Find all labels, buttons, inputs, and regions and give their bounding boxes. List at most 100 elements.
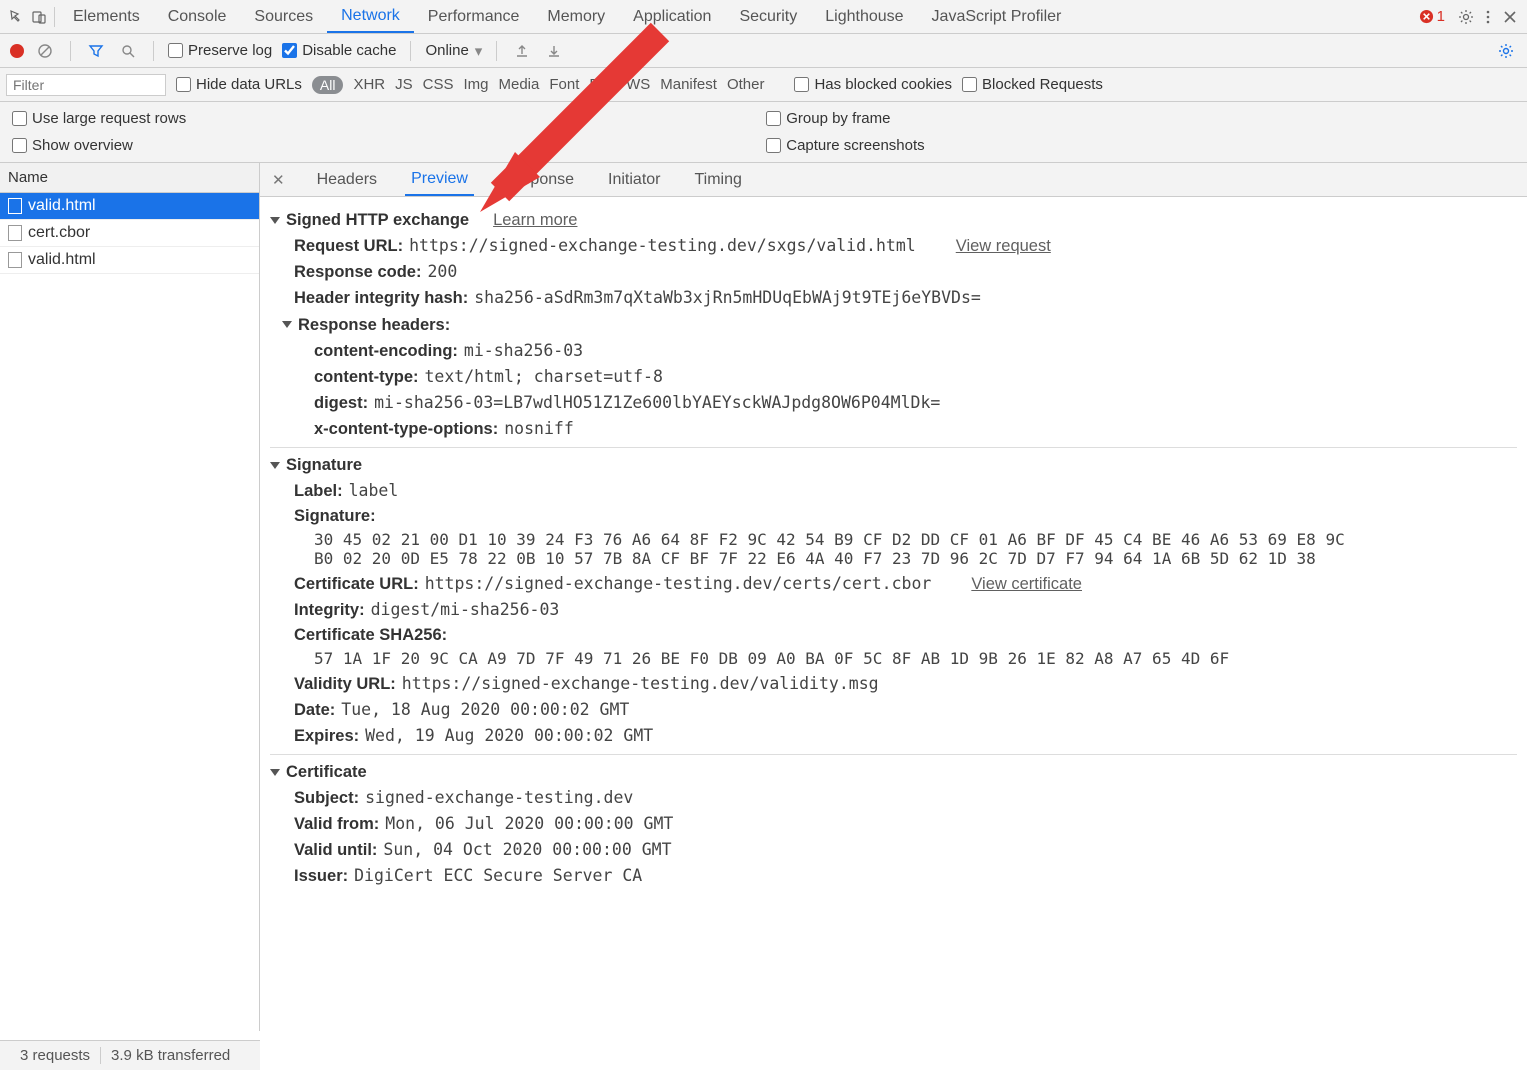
has-blocked-cookies-checkbox[interactable]: Has blocked cookies [794, 76, 952, 93]
type-filter-js[interactable]: JS [395, 76, 413, 93]
error-count: 1 [1437, 8, 1445, 25]
request-detail-panel: ✕ HeadersPreviewResponseInitiatorTiming … [260, 163, 1527, 1031]
network-settings-gear-icon[interactable] [1495, 40, 1517, 62]
type-filter-other[interactable]: Other [727, 76, 765, 93]
download-icon[interactable] [543, 40, 565, 62]
type-filter-xhr[interactable]: XHR [353, 76, 385, 93]
preserve-log-label: Preserve log [188, 42, 272, 59]
file-icon [8, 198, 22, 214]
response-headers-title: Response headers: [298, 316, 450, 335]
sig-expires-value: Wed, 19 Aug 2020 00:00:02 GMT [365, 726, 653, 745]
filter-toggle-icon[interactable] [85, 40, 107, 62]
type-filter-img[interactable]: Img [463, 76, 488, 93]
resp-header-value: text/html; charset=utf-8 [425, 367, 663, 386]
main-tab-memory[interactable]: Memory [533, 1, 619, 33]
type-filter-ws[interactable]: WS [626, 76, 650, 93]
main-tab-console[interactable]: Console [154, 1, 241, 33]
sub-tab-initiator[interactable]: Initiator [602, 164, 666, 196]
collapse-triangle-icon[interactable] [282, 321, 292, 328]
main-tab-application[interactable]: Application [619, 1, 725, 33]
record-button[interactable] [10, 44, 24, 58]
header-integrity-value: sha256-aSdRm3m7qXtaWb3xjRn5mHDUqEbWAj9t9… [474, 288, 981, 307]
divider [54, 7, 55, 27]
file-icon [8, 225, 22, 241]
throttle-select[interactable]: Online ▾ [425, 42, 482, 60]
type-filter-font[interactable]: Font [549, 76, 579, 93]
collapse-triangle-icon[interactable] [270, 769, 280, 776]
main-tab-lighthouse[interactable]: Lighthouse [811, 1, 917, 33]
request-list-header[interactable]: Name [0, 163, 259, 193]
cert-subject-key: Subject: [294, 789, 359, 807]
network-filter-bar: Hide data URLs All XHR JS CSS Img Media Font D… [0, 68, 1527, 102]
cert-from-value: Mon, 06 Jul 2020 00:00:00 GMT [385, 814, 673, 833]
sig-sig-key: Signature: [294, 507, 376, 525]
group-by-frame-checkbox[interactable]: Group by frame [766, 110, 924, 127]
main-tab-sources[interactable]: Sources [240, 1, 327, 33]
sig-date-key: Date: [294, 701, 335, 719]
view-request-link[interactable]: View request [956, 237, 1051, 255]
response-code-value: 200 [427, 262, 457, 281]
filter-input[interactable] [6, 74, 166, 96]
inspect-icon[interactable] [6, 6, 28, 28]
settings-gear-icon[interactable] [1455, 6, 1477, 28]
sxg-title: Signed HTTP exchange [286, 211, 469, 229]
request-row[interactable]: valid.html [0, 247, 259, 274]
request-count: 3 requests [10, 1047, 101, 1064]
header-integrity-key: Header integrity hash: [294, 289, 468, 307]
blocked-req-label: Blocked Requests [982, 76, 1103, 93]
collapse-triangle-icon[interactable] [270, 462, 280, 469]
signature-title: Signature [286, 456, 362, 474]
error-count-badge[interactable]: 1 [1419, 8, 1445, 25]
search-icon[interactable] [117, 40, 139, 62]
main-tab-performance[interactable]: Performance [414, 1, 534, 33]
sub-tab-preview[interactable]: Preview [405, 164, 474, 196]
sig-sig-value: 30 45 02 21 00 D1 10 39 24 F3 76 A6 64 8… [314, 530, 1517, 568]
sub-tab-timing[interactable]: Timing [688, 164, 747, 196]
type-filter-all[interactable]: All [312, 76, 344, 94]
cert-sha-key: Certificate SHA256: [294, 626, 447, 644]
cert-issuer-value: DigiCert ECC Secure Server CA [354, 866, 642, 885]
collapse-triangle-icon[interactable] [270, 217, 280, 224]
device-toggle-icon[interactable] [28, 6, 50, 28]
upload-icon[interactable] [511, 40, 533, 62]
learn-more-link[interactable]: Learn more [493, 211, 577, 230]
preserve-log-checkbox[interactable]: Preserve log [168, 42, 272, 59]
main-tab-security[interactable]: Security [725, 1, 811, 33]
show-overview-label: Show overview [32, 137, 133, 154]
main-tab-elements[interactable]: Elements [59, 1, 154, 33]
request-url-value: https://signed-exchange-testing.dev/sxgs… [409, 236, 916, 255]
type-filter-media[interactable]: Media [499, 76, 540, 93]
request-row[interactable]: cert.cbor [0, 220, 259, 247]
resp-header-value: mi-sha256-03=LB7wdlHO51Z1Ze600lbYAEYsckW… [374, 393, 940, 412]
large-rows-label: Use large request rows [32, 110, 186, 127]
resp-header-key: content-encoding: [314, 342, 458, 360]
show-overview-checkbox[interactable]: Show overview [12, 137, 186, 154]
main-tab-network[interactable]: Network [327, 1, 414, 33]
file-icon [8, 252, 22, 268]
clear-icon[interactable] [34, 40, 56, 62]
throttle-value: Online [425, 42, 468, 59]
blocked-requests-checkbox[interactable]: Blocked Requests [962, 76, 1103, 93]
type-filter-manifest[interactable]: Manifest [660, 76, 717, 93]
sig-label-value: label [349, 481, 399, 500]
disable-cache-label: Disable cache [302, 42, 396, 59]
close-detail-icon[interactable]: ✕ [268, 171, 289, 189]
sig-expires-key: Expires: [294, 727, 359, 745]
kebab-menu-icon[interactable] [1477, 6, 1499, 28]
sub-tab-response[interactable]: Response [496, 164, 580, 196]
capture-screenshots-checkbox[interactable]: Capture screenshots [766, 137, 924, 154]
type-filter-doc[interactable]: Doc [589, 76, 616, 93]
main-tab-javascript-profiler[interactable]: JavaScript Profiler [918, 1, 1076, 33]
cert-until-value: Sun, 04 Oct 2020 00:00:00 GMT [383, 840, 671, 859]
sxg-section: Signed HTTP exchange Learn more Request … [270, 203, 1517, 448]
view-certificate-link[interactable]: View certificate [971, 575, 1082, 593]
close-devtools-icon[interactable] [1499, 6, 1521, 28]
resp-header-key: digest: [314, 394, 368, 412]
sub-tab-headers[interactable]: Headers [311, 164, 383, 196]
large-rows-checkbox[interactable]: Use large request rows [12, 110, 186, 127]
hide-data-urls-checkbox[interactable]: Hide data URLs [176, 76, 302, 93]
disable-cache-checkbox[interactable]: Disable cache [282, 42, 396, 59]
request-row[interactable]: valid.html [0, 193, 259, 220]
type-filter-css[interactable]: CSS [423, 76, 454, 93]
preview-body: Signed HTTP exchange Learn more Request … [260, 197, 1527, 914]
